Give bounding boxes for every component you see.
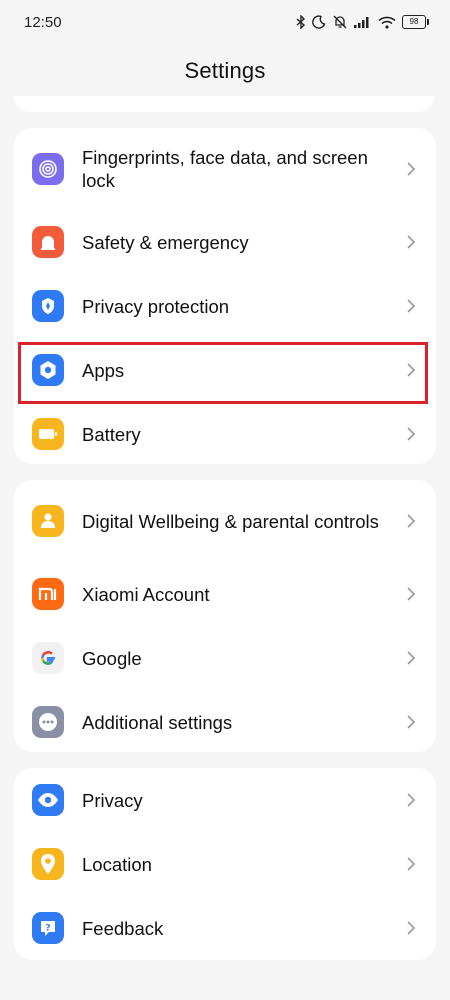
status-time: 12:50 xyxy=(24,13,62,31)
battery-icon xyxy=(32,418,64,450)
wifi-icon xyxy=(378,16,396,29)
mute-bell-icon xyxy=(333,15,347,29)
status-icons: 98 xyxy=(296,15,429,29)
settings-item-xiaomi-account[interactable]: Xiaomi Account xyxy=(14,562,436,626)
location-pin-icon xyxy=(32,848,64,880)
apps-gear-icon xyxy=(32,354,64,386)
svg-text:?: ? xyxy=(45,924,50,934)
settings-group-security: Fingerprints, face data, and screen lock… xyxy=(14,128,436,464)
chevron-right-icon xyxy=(407,921,416,935)
settings-item-label: Additional settings xyxy=(82,711,233,733)
chevron-right-icon xyxy=(407,514,416,528)
settings-item-fingerprints[interactable]: Fingerprints, face data, and screen lock xyxy=(14,136,436,202)
settings-item-label: Battery xyxy=(82,423,141,445)
battery-indicator: 98 xyxy=(402,15,429,29)
settings-item-privacy[interactable]: Privacy xyxy=(14,768,436,832)
google-icon xyxy=(32,642,64,674)
wellbeing-icon xyxy=(32,505,64,537)
fingerprint-icon xyxy=(32,153,64,185)
settings-item-location[interactable]: Location xyxy=(14,832,436,896)
chevron-right-icon xyxy=(407,235,416,249)
settings-item-additional-settings[interactable]: Additional settings xyxy=(14,690,436,754)
settings-item-label: Google xyxy=(82,647,142,669)
chevron-right-icon xyxy=(407,162,416,176)
do-not-disturb-moon-icon xyxy=(312,15,326,29)
settings-item-digital-wellbeing[interactable]: Digital Wellbeing & parental controls xyxy=(14,488,436,554)
alarm-icon xyxy=(32,226,64,258)
settings-item-apps[interactable]: Apps xyxy=(14,338,436,402)
bluetooth-icon xyxy=(296,15,306,29)
eye-icon xyxy=(32,784,64,816)
settings-item-label: Privacy xyxy=(82,789,143,811)
chevron-right-icon xyxy=(407,363,416,377)
settings-item-label: Digital Wellbeing & parental controls xyxy=(82,510,379,532)
settings-item-label: Apps xyxy=(82,359,125,381)
settings-item-battery[interactable]: Battery xyxy=(14,402,436,466)
chevron-right-icon xyxy=(407,793,416,807)
page-title: Settings xyxy=(184,58,266,83)
settings-item-label: Fingerprints, face data, and screen lock xyxy=(82,147,368,191)
chevron-right-icon xyxy=(407,857,416,871)
status-bar: 12:50 98 xyxy=(0,0,450,44)
settings-group-account: Digital Wellbeing & parental controls Xi… xyxy=(14,480,436,752)
settings-item-label: Safety & emergency xyxy=(82,231,249,253)
chevron-right-icon xyxy=(407,299,416,313)
settings-item-label: Privacy protection xyxy=(82,295,230,317)
settings-item-label: Xiaomi Account xyxy=(82,583,210,605)
chevron-right-icon xyxy=(407,427,416,441)
settings-item-feedback[interactable]: ? Feedback xyxy=(14,896,436,960)
shield-icon xyxy=(32,290,64,322)
more-dots-icon xyxy=(32,706,64,738)
chevron-right-icon xyxy=(407,587,416,601)
signal-icon xyxy=(354,17,369,28)
scrolled-card-edge xyxy=(14,96,434,112)
settings-item-safety-emergency[interactable]: Safety & emergency xyxy=(14,210,436,274)
feedback-icon: ? xyxy=(32,912,64,944)
mi-icon xyxy=(32,578,64,610)
settings-group-privacy: Privacy Location ? Feedback xyxy=(14,768,436,960)
chevron-right-icon xyxy=(407,651,416,665)
settings-item-label: Location xyxy=(82,853,152,875)
settings-item-google[interactable]: Google xyxy=(14,626,436,690)
chevron-right-icon xyxy=(407,715,416,729)
settings-item-label: Feedback xyxy=(82,917,164,939)
settings-item-privacy-protection[interactable]: Privacy protection xyxy=(14,274,436,338)
